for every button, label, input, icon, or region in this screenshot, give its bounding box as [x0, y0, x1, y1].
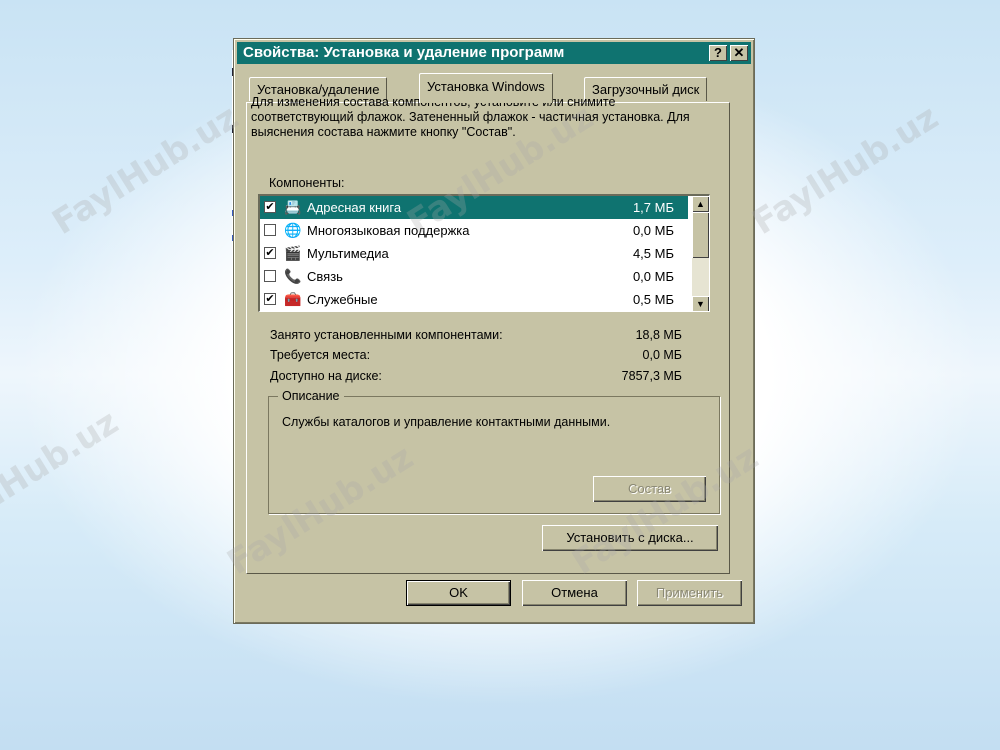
component-name: Связь — [307, 269, 343, 284]
component-name: Мультимедиа — [307, 246, 389, 261]
title-bar: Свойства: Установка и удаление программ … — [237, 42, 751, 64]
apply-button[interactable]: Применить — [637, 580, 742, 606]
properties-dialog: Свойства: Установка и удаление программ … — [233, 38, 755, 624]
globe-icon: 🌐 — [284, 222, 302, 238]
list-scrollbar[interactable]: ▲ ▼ — [692, 196, 709, 311]
component-checkbox[interactable] — [264, 270, 276, 282]
component-checkbox[interactable]: ✔ — [264, 293, 276, 305]
help-icon[interactable]: ? — [709, 45, 727, 61]
install-from-disk-button[interactable]: Установить с диска... — [542, 525, 718, 551]
details-button[interactable]: Состав — [593, 476, 706, 502]
component-size: 4,5 МБ — [632, 246, 674, 261]
required-label: Требуется места: — [270, 348, 371, 362]
phone-icon: 📞 — [284, 268, 302, 284]
component-size: 0,5 МБ — [632, 292, 674, 307]
list-item[interactable]: 🌐 Многоязыковая поддержка 0,0 МБ — [260, 219, 688, 242]
component-size: 0,0 МБ — [632, 269, 674, 284]
component-name: Адресная книга — [305, 199, 404, 216]
components-label: Компоненты: — [269, 176, 345, 190]
description-text: Службы каталогов и управление контактным… — [282, 415, 611, 429]
ok-button[interactable]: OK — [406, 580, 511, 606]
component-size: 1,7 МБ — [632, 200, 674, 215]
components-list[interactable]: ✔ 📇 Адресная книга 1,7 МБ 🌐 Многоязыкова… — [258, 194, 710, 312]
address-book-icon: 📇 — [284, 199, 302, 215]
description-legend: Описание — [278, 389, 344, 403]
component-checkbox[interactable]: ✔ — [264, 247, 276, 259]
component-checkbox[interactable]: ✔ — [264, 201, 276, 213]
cancel-button[interactable]: Отмена — [522, 580, 627, 606]
available-value: 7857,3 МБ — [621, 369, 682, 383]
list-item[interactable]: ✔ 🧰 Служебные 0,5 МБ — [260, 288, 688, 311]
scroll-down-icon[interactable]: ▼ — [692, 296, 709, 311]
window-title: Свойства: Установка и удаление программ — [243, 44, 565, 61]
required-value: 0,0 МБ — [642, 348, 682, 362]
list-item[interactable]: 📞 Связь 0,0 МБ — [260, 265, 688, 288]
component-size: 0,0 МБ — [632, 223, 674, 238]
installed-label: Занято установленными компонентами: — [270, 328, 503, 342]
available-label: Доступно на диске: — [270, 369, 382, 383]
installed-value: 18,8 МБ — [635, 328, 682, 342]
watermark: FaylHub.uz — [745, 97, 946, 243]
component-name: Многоязыковая поддержка — [307, 223, 470, 238]
tab-windows-setup[interactable]: Установка Windows — [419, 73, 553, 103]
scroll-thumb[interactable] — [692, 212, 709, 258]
close-icon[interactable]: ✕ — [730, 45, 748, 61]
watermark: FaylHub.uz — [0, 402, 126, 548]
list-item[interactable]: ✔ 📇 Адресная книга 1,7 МБ — [260, 196, 688, 219]
multimedia-icon: 🎬 — [284, 245, 302, 261]
scroll-up-icon[interactable]: ▲ — [692, 196, 709, 212]
component-name: Служебные — [307, 292, 378, 307]
watermark: FaylHub.uz — [45, 97, 246, 243]
component-checkbox[interactable] — [264, 224, 276, 236]
tools-icon: 🧰 — [284, 291, 302, 307]
list-item[interactable]: ✔ 🎬 Мультимедиа 4,5 МБ — [260, 242, 688, 265]
